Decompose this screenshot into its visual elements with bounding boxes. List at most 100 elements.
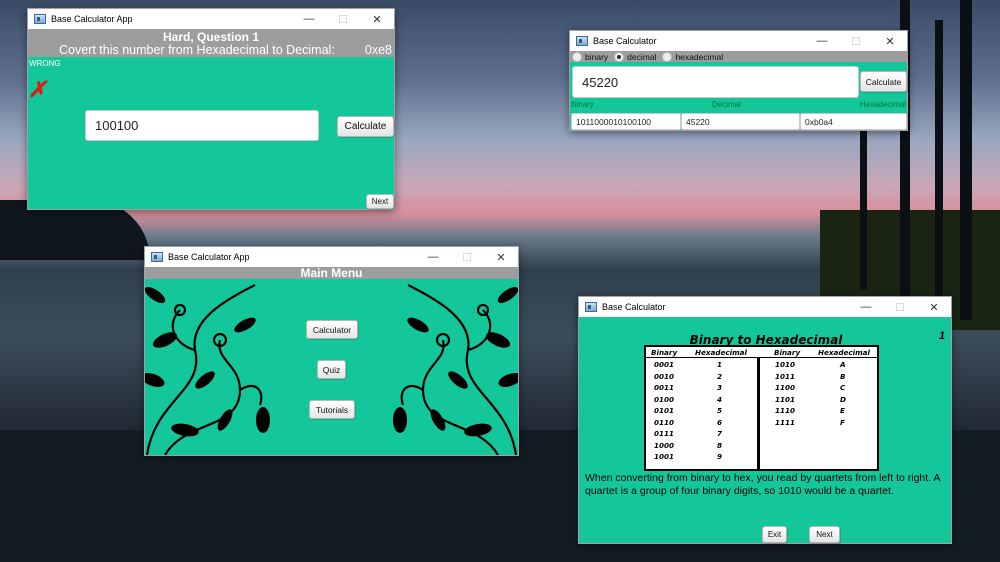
radio-decimal[interactable]: decimal <box>614 51 657 62</box>
radio-label: hexadecimal <box>675 51 724 62</box>
table-cell-hex: 5 <box>717 406 723 415</box>
binary-label: Binary <box>571 100 594 109</box>
table-cell-binary: 1000 <box>654 440 675 450</box>
table-cell-hex: E <box>840 406 845 415</box>
table-cell-binary: 0111 <box>654 429 675 438</box>
table-cell-binary: 1011 <box>775 371 796 381</box>
header-binary-left: Binary <box>651 348 678 357</box>
minimize-icon[interactable]: — <box>805 31 839 51</box>
table-cell-hex: 2 <box>717 371 723 381</box>
java-app-icon <box>34 14 46 24</box>
decimal-result-field[interactable]: 45220 <box>681 113 800 130</box>
maximize-icon: ☐ <box>895 301 905 314</box>
question-number: 0xe8 <box>364 43 392 57</box>
java-app-icon <box>585 302 597 312</box>
radio-selected-icon <box>614 51 625 62</box>
header-hex-left: Hexadecimal <box>695 348 747 357</box>
table-cell-hex: 6 <box>717 417 723 427</box>
table-header-rule <box>646 357 877 358</box>
table-cell-binary: 0110 <box>654 417 675 427</box>
radio-label: binary <box>585 51 609 62</box>
table-cell-hex: A <box>840 360 846 369</box>
maximize-icon: ☐ <box>462 251 472 264</box>
tutorial-window: Base Calculator — ☐ ✕ 1 Binary to Hexade… <box>578 296 952 544</box>
table-cell-binary: 0010 <box>654 371 675 381</box>
radio-label: decimal <box>627 51 657 62</box>
radio-binary[interactable]: binary <box>572 51 609 62</box>
table-cell-hex: C <box>840 383 846 392</box>
hexadecimal-result-field[interactable]: 0xb0a4 <box>800 113 907 130</box>
calculator-titlebar[interactable]: Base Calculator — ☐ ✕ <box>570 31 907 51</box>
radio-hexadecimal[interactable]: hexadecimal <box>662 51 724 62</box>
red-x-icon: ✗ <box>28 77 47 102</box>
table-cell-binary: 1101 <box>775 394 796 404</box>
answer-input[interactable]: 100100 <box>85 110 319 141</box>
table-cell-binary: 0100 <box>654 394 675 404</box>
table-cell-hex: B <box>840 371 846 381</box>
java-app-icon <box>151 252 163 262</box>
tutorial-titlebar[interactable]: Base Calculator — ☐ ✕ <box>579 297 951 317</box>
header-hex-right: Hexadecimal <box>818 348 870 357</box>
hexadecimal-label: Hexadecimal <box>859 100 906 109</box>
table-cell-hex: 7 <box>717 429 723 438</box>
menu-header: Main Menu <box>145 267 518 279</box>
table-cell-hex: 8 <box>717 440 723 450</box>
java-app-icon <box>576 36 588 46</box>
radio-circle-icon <box>572 51 582 62</box>
table-cell-hex: 4 <box>717 394 723 404</box>
table-cell-hex: 1 <box>717 360 723 369</box>
table-cell-binary: 0101 <box>654 406 675 415</box>
close-icon[interactable]: ✕ <box>873 31 907 51</box>
next-button[interactable]: Next <box>809 526 840 543</box>
table-cell-binary: 0001 <box>654 360 675 369</box>
close-icon[interactable]: ✕ <box>360 9 394 29</box>
table-cell-hex: F <box>840 417 845 427</box>
minimize-icon[interactable]: — <box>416 247 450 267</box>
calculator-window: Base Calculator — ☐ ✕ binary decimal hex… <box>569 30 908 131</box>
number-input[interactable]: 45220 <box>572 66 859 98</box>
table-cell-binary: 1111 <box>775 417 796 427</box>
table-cell-binary: 0011 <box>654 383 675 392</box>
result-label: WRONG <box>29 59 61 68</box>
table-cell-binary: 1100 <box>775 383 796 392</box>
table-cell-hex: 9 <box>717 452 723 461</box>
conversion-table: Binary Hexadecimal Binary Hexadecimal 00… <box>644 345 879 471</box>
window-title: Base Calculator App <box>51 14 133 24</box>
question-title: Hard, Question 1 <box>162 30 260 44</box>
window-title: Base Calculator App <box>168 252 250 262</box>
quiz-header: Hard, Question 1 Covert this number from… <box>28 29 394 57</box>
binary-result-field[interactable]: 1011000010100100 <box>571 113 681 130</box>
calculator-button[interactable]: Calculator <box>306 320 358 339</box>
tutorials-button[interactable]: Tutorials <box>309 400 355 419</box>
next-button[interactable]: Next <box>366 194 394 209</box>
menu-titlebar[interactable]: Base Calculator App — ☐ ✕ <box>145 247 518 267</box>
quiz-titlebar[interactable]: Base Calculator App — ☐ ✕ <box>28 9 394 29</box>
calculate-button[interactable]: Calculate <box>337 116 394 137</box>
close-icon[interactable]: ✕ <box>484 247 518 267</box>
table-cell-binary: 1010 <box>775 360 796 369</box>
calculate-button[interactable]: Calculate <box>860 71 907 92</box>
floral-decoration-right <box>393 284 518 455</box>
result-labels: Binary Decimal Hexadecimal <box>570 100 907 111</box>
quiz-window: Base Calculator App — ☐ ✕ Hard, Question… <box>27 8 395 210</box>
minimize-icon[interactable]: — <box>292 9 326 29</box>
radio-circle-icon <box>662 51 673 62</box>
main-menu-window: Base Calculator App — ☐ ✕ Main Menu Calc… <box>144 246 519 456</box>
header-binary-right: Binary <box>774 348 801 357</box>
base-radio-group: binary decimal hexadecimal <box>570 51 907 62</box>
minimize-icon[interactable]: — <box>849 297 883 317</box>
exit-button[interactable]: Exit <box>762 526 787 543</box>
table-cell-binary: 1001 <box>654 452 675 461</box>
decimal-label: Decimal <box>712 100 741 109</box>
table-cell-hex: 3 <box>717 383 723 392</box>
question-prompt: Covert this number from Hexadecimal to D… <box>59 43 335 57</box>
maximize-icon: ☐ <box>851 35 861 48</box>
table-divider <box>757 357 760 469</box>
table-cell-binary: 1110 <box>775 406 796 415</box>
close-icon[interactable]: ✕ <box>917 297 951 317</box>
floral-decoration-left <box>145 284 270 455</box>
window-title: Base Calculator <box>593 36 657 46</box>
window-title: Base Calculator <box>602 302 666 312</box>
quiz-button[interactable]: Quiz <box>317 360 346 379</box>
maximize-icon: ☐ <box>338 13 348 26</box>
